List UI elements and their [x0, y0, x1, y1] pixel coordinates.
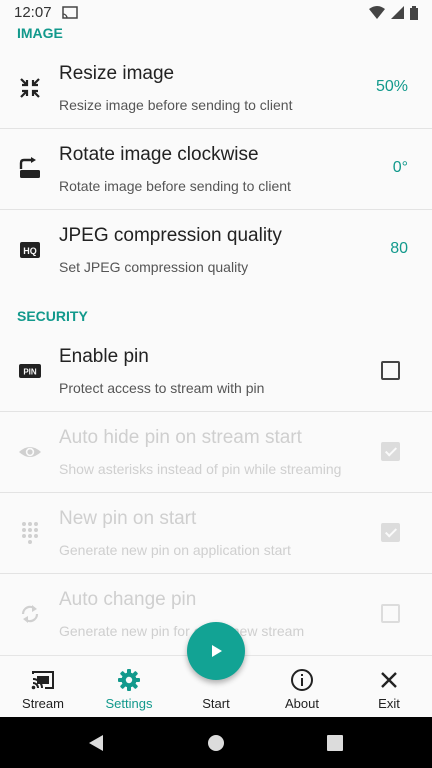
- system-nav-bar: [0, 717, 432, 768]
- nav-item-stream[interactable]: Stream: [0, 656, 86, 718]
- cast-status-icon: [62, 6, 78, 19]
- pref-title: Auto hide pin on stream start: [59, 427, 302, 448]
- svg-text:PIN: PIN: [23, 368, 37, 377]
- pref-auto-hide-pin: Auto hide pin on stream start Show aster…: [0, 412, 432, 493]
- gear-icon: [118, 669, 140, 691]
- wifi-icon: [369, 6, 385, 19]
- eye-icon: [19, 447, 41, 457]
- recents-icon[interactable]: [327, 735, 343, 751]
- pref-summary: Rotate image before sending to client: [59, 178, 291, 194]
- pin-icon: PIN: [19, 364, 41, 378]
- back-icon[interactable]: [87, 734, 105, 752]
- section-header-security: SECURITY: [17, 308, 88, 324]
- nav-label: Stream: [22, 696, 64, 711]
- nav-label: Settings: [105, 696, 153, 711]
- svg-text:HQ: HQ: [23, 246, 37, 256]
- nav-item-about[interactable]: About: [259, 656, 345, 718]
- auto-change-pin-checkbox: [381, 604, 400, 623]
- close-icon: [381, 672, 397, 688]
- status-icons: [369, 5, 418, 20]
- pref-summary: Show asterisks instead of pin while stre…: [59, 461, 342, 477]
- pref-title: Auto change pin: [59, 589, 197, 610]
- hq-icon: HQ: [20, 242, 40, 258]
- resize-icon: [20, 78, 40, 98]
- nav-label: Exit: [378, 696, 400, 711]
- cast-icon: [31, 671, 54, 690]
- enable-pin-checkbox[interactable]: [381, 361, 400, 380]
- refresh-icon: [21, 605, 39, 623]
- pref-enable-pin[interactable]: PIN Enable pin Protect access to stream …: [0, 331, 432, 412]
- battery-icon: [410, 5, 418, 20]
- status-time: 12:07: [14, 4, 52, 21]
- pref-title: New pin on start: [59, 508, 197, 529]
- pref-summary: Set JPEG compression quality: [59, 259, 249, 275]
- pref-summary: Generate new pin for every new stream: [59, 623, 305, 639]
- pref-value: 80: [390, 240, 408, 257]
- nav-item-settings[interactable]: Settings: [86, 656, 172, 718]
- auto-hide-pin-checkbox: [381, 442, 400, 461]
- pref-value: 50%: [375, 78, 408, 95]
- pref-title: Rotate image clockwise: [59, 144, 259, 165]
- signal-icon: [391, 6, 404, 19]
- pref-rotate-image[interactable]: Rotate image clockwise Rotate image befo…: [0, 129, 432, 210]
- pref-summary: Protect access to stream with pin: [59, 380, 265, 396]
- pref-title: Resize image: [59, 63, 175, 84]
- dialpad-icon: [22, 522, 38, 544]
- pref-summary: Resize image before sending to client: [59, 97, 293, 113]
- start-fab-button[interactable]: [187, 622, 245, 680]
- status-bar: 12:07: [0, 0, 432, 24]
- nav-label: Start: [202, 696, 230, 711]
- pref-jpeg-quality[interactable]: HQ JPEG compression quality Set JPEG com…: [0, 210, 432, 290]
- pref-summary: Generate new pin on application start: [59, 542, 291, 558]
- section-header-image: IMAGE: [17, 25, 63, 41]
- new-pin-on-start-checkbox: [381, 523, 400, 542]
- pref-title: Enable pin: [59, 346, 149, 367]
- info-icon: [291, 669, 313, 691]
- pref-title: JPEG compression quality: [59, 225, 282, 246]
- pref-value: 0°: [392, 159, 408, 176]
- pref-new-pin-on-start: New pin on start Generate new pin on app…: [0, 493, 432, 574]
- nav-label: About: [285, 696, 319, 711]
- nav-item-exit[interactable]: Exit: [346, 656, 432, 718]
- play-icon: [212, 645, 222, 657]
- pref-resize-image[interactable]: Resize image Resize image before sending…: [0, 48, 432, 129]
- rotate-icon: [19, 157, 40, 178]
- home-icon[interactable]: [207, 734, 225, 752]
